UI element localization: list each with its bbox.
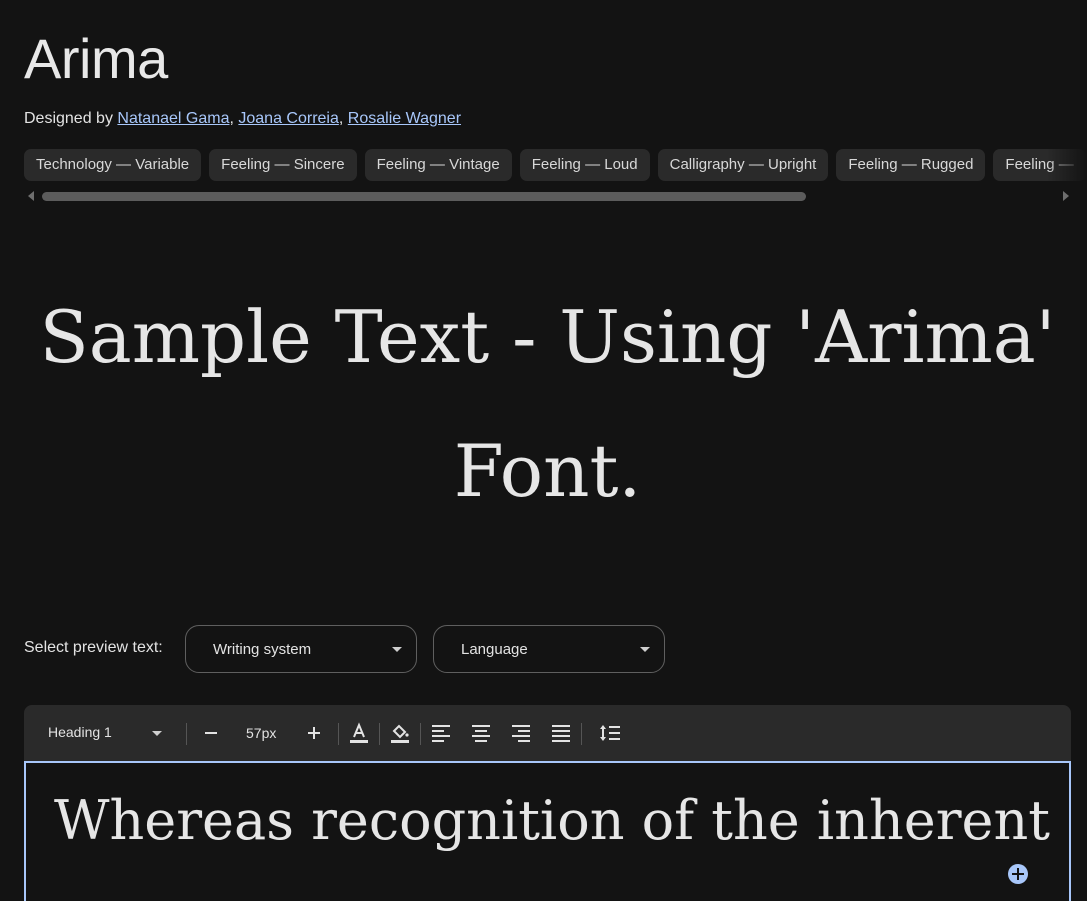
font-size-value[interactable]: 57px <box>246 725 276 741</box>
tag-chip[interactable]: Calligraphy — Upright <box>657 149 829 181</box>
chevron-down-icon <box>392 647 402 652</box>
font-title: Arima <box>24 27 168 90</box>
designers-line: Designed by Natanael Gama, Joana Correia… <box>24 110 462 127</box>
decrease-size-button[interactable] <box>197 719 225 747</box>
highlight-color-button[interactable] <box>386 719 414 747</box>
editor-toolbar: Heading 1 57px <box>24 705 1071 761</box>
language-dropdown[interactable]: Language <box>433 625 665 673</box>
tag-chip[interactable]: Feeling — Loud <box>519 149 650 181</box>
language-label: Language <box>461 641 528 658</box>
sample-text-preview: Sample Text - Using 'Arima' Font. <box>39 295 1056 513</box>
add-button[interactable] <box>1008 864 1028 884</box>
designer-link-1[interactable]: Natanael Gama <box>117 110 229 127</box>
plus-icon <box>308 727 320 739</box>
designed-by-label: Designed by <box>24 110 113 127</box>
writing-system-label: Writing system <box>213 641 312 658</box>
tag-chip[interactable]: Feeling — Rugged <box>836 149 986 181</box>
tag-chip[interactable]: Feeling — Sincere <box>209 149 357 181</box>
editor-text[interactable]: Whereas recognition of the inherent <box>54 789 1050 852</box>
chips-fade <box>1047 149 1087 181</box>
text-style-label: Heading 1 <box>48 724 112 740</box>
designer-link-3[interactable]: Rosalie Wagner <box>348 110 461 127</box>
text-color-icon <box>350 722 368 743</box>
preview-text-editor[interactable]: Whereas recognition of the inherent <box>24 761 1071 901</box>
line-spacing-icon <box>600 725 620 741</box>
chevron-down-icon <box>152 731 162 736</box>
minus-icon <box>205 732 217 734</box>
preview-select-label: Select preview text: <box>24 639 163 656</box>
increase-size-button[interactable] <box>300 719 328 747</box>
toolbar-divider <box>186 723 187 745</box>
chevron-down-icon <box>640 647 650 652</box>
scroll-right-arrow-icon[interactable] <box>1063 191 1069 201</box>
tag-chip-list: Technology — Variable Feeling — Sincere Fe… <box>24 149 1087 181</box>
align-left-icon <box>432 725 450 742</box>
align-right-button[interactable] <box>507 719 535 747</box>
align-left-button[interactable] <box>427 719 455 747</box>
toolbar-divider <box>338 723 339 745</box>
align-justify-button[interactable] <box>547 719 575 747</box>
plus-icon <box>1012 868 1024 880</box>
align-justify-icon <box>552 725 570 742</box>
tag-chip[interactable]: Technology — Variable <box>24 149 202 181</box>
toolbar-divider <box>379 723 380 745</box>
align-center-icon <box>472 725 490 742</box>
scroll-left-arrow-icon[interactable] <box>28 191 34 201</box>
fill-bucket-icon <box>391 724 409 743</box>
toolbar-divider <box>581 723 582 745</box>
align-right-icon <box>512 725 530 742</box>
tag-chip[interactable]: Feeling — Vintage <box>364 149 512 181</box>
text-color-button[interactable] <box>345 719 373 747</box>
chips-scrollbar[interactable] <box>42 192 806 201</box>
designer-link-2[interactable]: Joana Correia <box>238 110 339 127</box>
writing-system-dropdown[interactable]: Writing system <box>185 625 417 673</box>
line-height-button[interactable] <box>596 719 624 747</box>
toolbar-divider <box>420 723 421 745</box>
align-center-button[interactable] <box>467 719 495 747</box>
